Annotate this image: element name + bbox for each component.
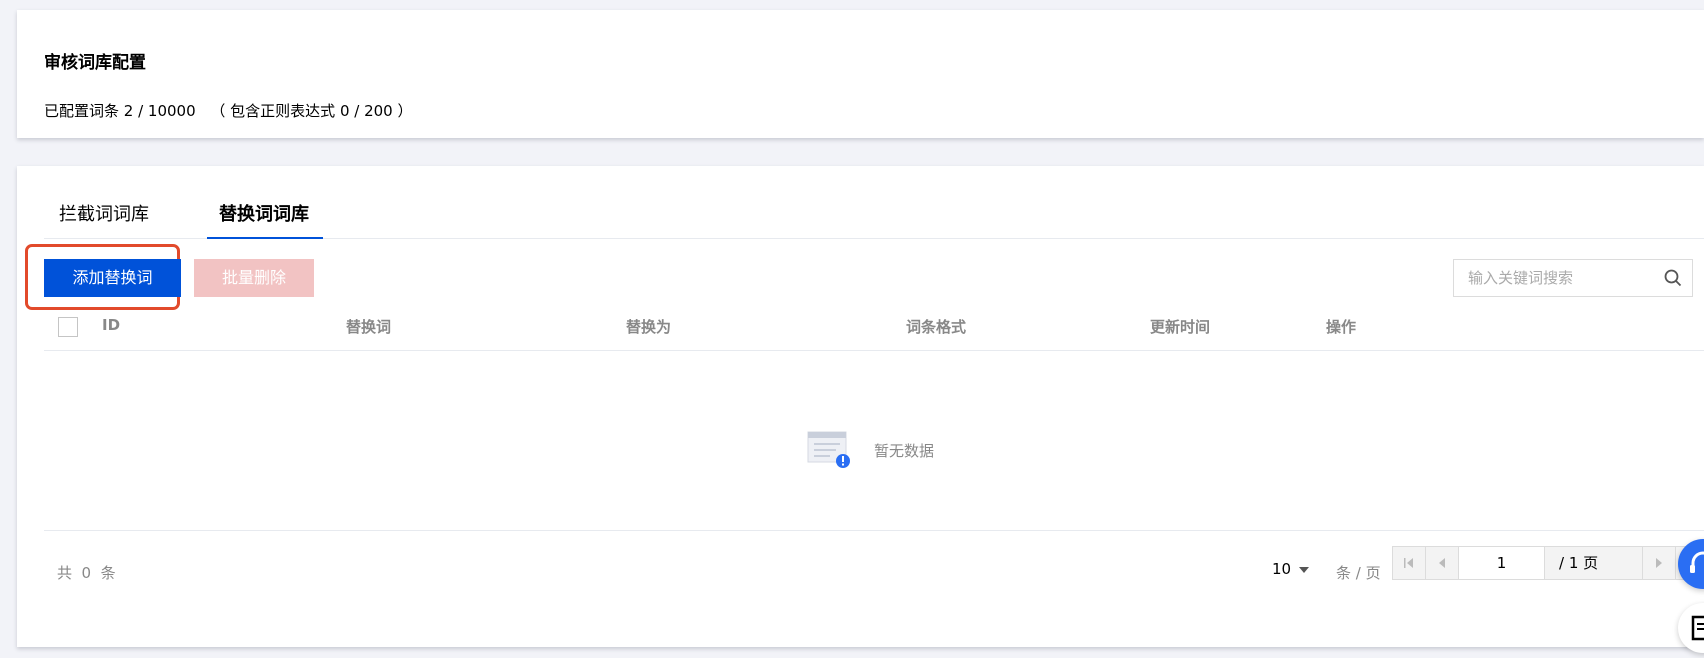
table-footer-divider bbox=[44, 530, 1704, 531]
search-input[interactable] bbox=[1454, 260, 1682, 296]
page-size-select[interactable]: 10 bbox=[1272, 560, 1310, 578]
total-count: 共 0 条 bbox=[57, 564, 116, 582]
search-icon[interactable] bbox=[1664, 269, 1682, 287]
document-icon bbox=[1691, 615, 1704, 641]
page-size-value: 10 bbox=[1272, 560, 1292, 578]
chevron-right-icon bbox=[1656, 558, 1662, 568]
add-replace-word-button[interactable]: 添加替换词 bbox=[44, 259, 181, 297]
column-actions: 操作 bbox=[1326, 318, 1357, 336]
empty-data-icon bbox=[807, 431, 850, 468]
column-format: 词条格式 bbox=[906, 318, 967, 336]
per-page-label: 条 / 页 bbox=[1336, 564, 1381, 582]
pagination-control: / 1 页 bbox=[1392, 546, 1704, 580]
configured-count: 已配置词条 2 / 10000 bbox=[44, 102, 196, 120]
library-tabs: 拦截词词库 替换词词库 bbox=[44, 198, 1704, 239]
next-page-button[interactable] bbox=[1643, 547, 1676, 579]
word-count-summary: 已配置词条 2 / 10000 （ 包含正则表达式 0 / 200 ） bbox=[44, 100, 412, 121]
prev-page-button[interactable] bbox=[1426, 547, 1459, 579]
empty-text: 暂无数据 bbox=[874, 442, 935, 460]
search-box bbox=[1453, 259, 1693, 297]
column-replace-word: 替换词 bbox=[346, 318, 392, 336]
tab-block-words[interactable]: 拦截词词库 bbox=[59, 198, 149, 238]
first-page-icon bbox=[1404, 558, 1413, 568]
word-library-panel: 拦截词词库 替换词词库 添加替换词 批量删除 ID 替换词 替换为 词条格式 更… bbox=[17, 166, 1704, 647]
headset-icon bbox=[1690, 551, 1704, 573]
empty-state: 暂无数据 bbox=[806, 430, 1006, 470]
total-pages-label: / 1 页 bbox=[1545, 547, 1643, 579]
word-library-summary-card: 审核词库配置 已配置词条 2 / 10000 （ 包含正则表达式 0 / 200… bbox=[17, 10, 1704, 138]
select-all-checkbox[interactable] bbox=[58, 317, 78, 337]
table-header: ID 替换词 替换为 词条格式 更新时间 操作 bbox=[44, 298, 1704, 351]
chevron-down-icon bbox=[1299, 566, 1310, 573]
document-float-button[interactable] bbox=[1678, 603, 1704, 653]
chevron-left-icon bbox=[1439, 558, 1445, 568]
customer-service-float-button[interactable] bbox=[1678, 539, 1704, 589]
regex-count: （ 包含正则表达式 0 / 200 ） bbox=[210, 102, 413, 120]
page-number-input[interactable] bbox=[1459, 547, 1545, 579]
tab-replace-words[interactable]: 替换词词库 bbox=[207, 198, 323, 239]
column-updated-time: 更新时间 bbox=[1150, 318, 1211, 336]
batch-delete-button[interactable]: 批量删除 bbox=[194, 259, 314, 297]
column-id: ID bbox=[102, 316, 121, 334]
page-title: 审核词库配置 bbox=[44, 53, 146, 73]
column-replace-with: 替换为 bbox=[626, 318, 672, 336]
first-page-button[interactable] bbox=[1393, 547, 1426, 579]
